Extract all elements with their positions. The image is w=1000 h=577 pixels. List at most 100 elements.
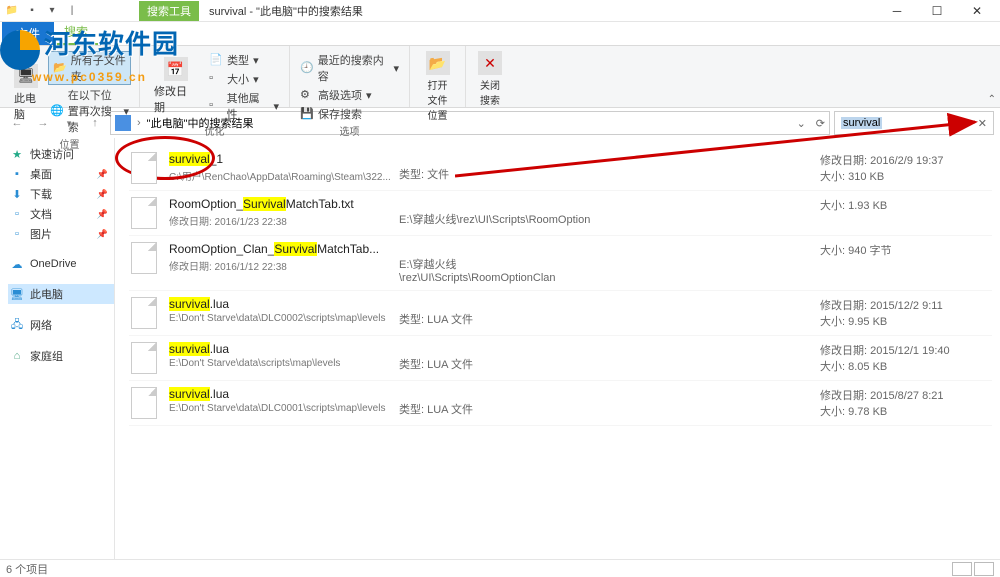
qat-button[interactable]: ▪ [25,4,39,18]
group-label: 优化 [148,123,281,138]
sidebar-desktop[interactable]: ▪桌面📌 [8,164,114,184]
file-size: 大小: 940 字节 [820,242,892,258]
download-icon: ⬇ [10,187,24,201]
sidebar-pictures[interactable]: ▫图片📌 [8,224,114,244]
kind-icon: 📄 [209,53,223,67]
file-size: 大小: 9.78 KB [820,403,887,419]
file-name: RoomOption_SurvivalMatchTab.txt [169,197,399,211]
refresh-icon[interactable]: ⟳ [816,117,825,130]
cloud-icon: ☁ [10,257,24,271]
file-size: 大小: 9.95 KB [820,313,887,329]
file-path: E:\Don't Starve\data\scripts\map\levels [169,358,399,369]
item-count: 6 个项目 [6,561,48,577]
file-size: 大小: 8.05 KB [820,358,887,374]
save-search-button[interactable]: 💾保存搜索 [298,105,401,123]
other-props-button[interactable]: ▫其他属性 ▾ [207,89,281,123]
this-pc-button[interactable]: 🖥 此电脑 [8,49,44,136]
search-result-row[interactable]: survival.lua E:\Don't Starve\data\DLC000… [129,291,992,336]
breadcrumb-separator: › [137,117,141,129]
sidebar-quick-access[interactable]: ★快速访问 [8,144,114,164]
ribbon-tab-strip: 文件 搜索 [0,22,1000,46]
pin-icon: 📌 [97,169,108,180]
group-label: 选项 [298,123,401,138]
search-result-row[interactable]: survival.lua E:\Don't Starve\data\DLC000… [129,381,992,426]
file-path: C:\用户\RenChao\AppData\Roaming\Steam\322.… [169,168,399,183]
search-tools-tab[interactable]: 搜索工具 [139,1,199,21]
pin-icon: 📌 [97,189,108,200]
clear-search-icon[interactable]: ✕ [978,117,987,130]
search-result-row[interactable]: survival_1 C:\用户\RenChao\AppData\Roaming… [129,146,992,191]
search-result-row[interactable]: survival.lua E:\Don't Starve\data\script… [129,336,992,381]
dropdown-icon[interactable]: ⌄ [797,117,806,130]
window-title: survival - "此电脑"中的搜索结果 [209,3,363,19]
file-type: 类型: LUA 文件 [399,297,599,327]
file-path: 修改日期: 2016/1/12 22:38 [169,258,399,273]
file-icon [131,242,157,274]
recent-searches-button[interactable]: 🕘最近的搜索内容 ▾ [298,51,401,85]
maximize-button[interactable]: ☐ [917,0,957,22]
homegroup-icon: ⌂ [10,349,24,363]
gear-icon: ⚙ [300,88,314,102]
details-view-button[interactable] [952,562,972,576]
date-modified-button[interactable]: 📅 修改日期 [148,49,203,123]
icons-view-button[interactable] [974,562,994,576]
search-results: survival_1 C:\用户\RenChao\AppData\Roaming… [115,138,1000,559]
file-name: survival.lua [169,387,399,401]
sidebar-network[interactable]: 🖧网络 [8,315,114,335]
size-icon: ▫ [209,72,223,86]
file-size: 大小: 310 KB [820,168,884,184]
file-name: survival.lua [169,342,399,356]
qat-dropdown[interactable]: ▾ [45,4,59,18]
search-result-row[interactable]: RoomOption_Clan_SurvivalMatchTab... 修改日期… [129,236,992,291]
file-path: 修改日期: 2016/1/23 22:38 [169,213,399,228]
folder-icon: 📁 [5,4,19,18]
star-icon: ★ [10,147,24,161]
search-term: survival [841,117,882,129]
pin-icon: 📌 [97,209,108,220]
all-subfolders-button[interactable]: 📂所有子文件夹 [48,51,131,85]
sidebar-documents[interactable]: ▫文档📌 [8,204,114,224]
search-result-row[interactable]: RoomOption_SurvivalMatchTab.txt 修改日期: 20… [129,191,992,236]
open-location-button[interactable]: 📂 打开文件位置 [418,49,457,124]
pc-icon: 🖥 [10,287,24,301]
file-icon [131,152,157,184]
file-icon [131,342,157,374]
picture-icon: ▫ [10,227,24,241]
kind-button[interactable]: 📄类型 ▾ [207,51,281,69]
search-again-button[interactable]: 🌐在以下位置再次搜索 ▾ [48,86,131,136]
calendar-icon: 📅 [164,57,188,81]
advanced-options-button[interactable]: ⚙高级选项 ▾ [298,86,401,104]
sidebar-downloads[interactable]: ⬇下载📌 [8,184,114,204]
folder-icon: 📂 [53,61,67,75]
save-icon: 💾 [300,107,314,121]
qat-separator: | [65,4,79,18]
file-path: E:\Don't Starve\data\DLC0001\scripts\map… [169,403,399,414]
file-type: 类型: LUA 文件 [399,387,599,417]
search-box[interactable]: survival ✕ [834,111,994,135]
title-bar: 📁 ▪ ▾ | 搜索工具 survival - "此电脑"中的搜索结果 ─ ☐ … [0,0,1000,22]
sidebar-onedrive[interactable]: ☁OneDrive [8,255,114,273]
desktop-icon: ▪ [10,167,24,181]
minimize-button[interactable]: ─ [877,0,917,22]
folder-open-icon: 📂 [426,51,450,75]
close-icon: ✕ [478,51,502,75]
ribbon: 🖥 此电脑 📂所有子文件夹 🌐在以下位置再次搜索 ▾ 位置 📅 修改日期 📄类型… [0,46,1000,108]
recent-icon: 🕘 [300,61,314,75]
close-search-button[interactable]: ✕ 关闭搜索 [474,49,506,109]
file-size: 大小: 1.93 KB [820,197,887,213]
sidebar-homegroup[interactable]: ⌂家庭组 [8,346,114,366]
collapse-ribbon-icon[interactable]: ⌃ [988,94,996,105]
file-icon [131,197,157,229]
file-name: survival.lua [169,297,399,311]
network-icon: 🖧 [10,318,24,332]
file-icon [131,387,157,419]
sidebar-this-pc[interactable]: 🖥此电脑 [8,284,114,304]
search-tab[interactable]: 搜索 [54,20,98,45]
nav-pane: ★快速访问 ▪桌面📌 ⬇下载📌 ▫文档📌 ▫图片📌 ☁OneDrive 🖥此电脑… [0,138,115,559]
close-button[interactable]: ✕ [957,0,997,22]
file-name: survival_1 [169,152,399,166]
file-tab[interactable]: 文件 [2,22,54,45]
document-icon: ▫ [10,207,24,221]
pc-icon: 🖥 [14,64,38,88]
size-button[interactable]: ▫大小 ▾ [207,70,281,88]
